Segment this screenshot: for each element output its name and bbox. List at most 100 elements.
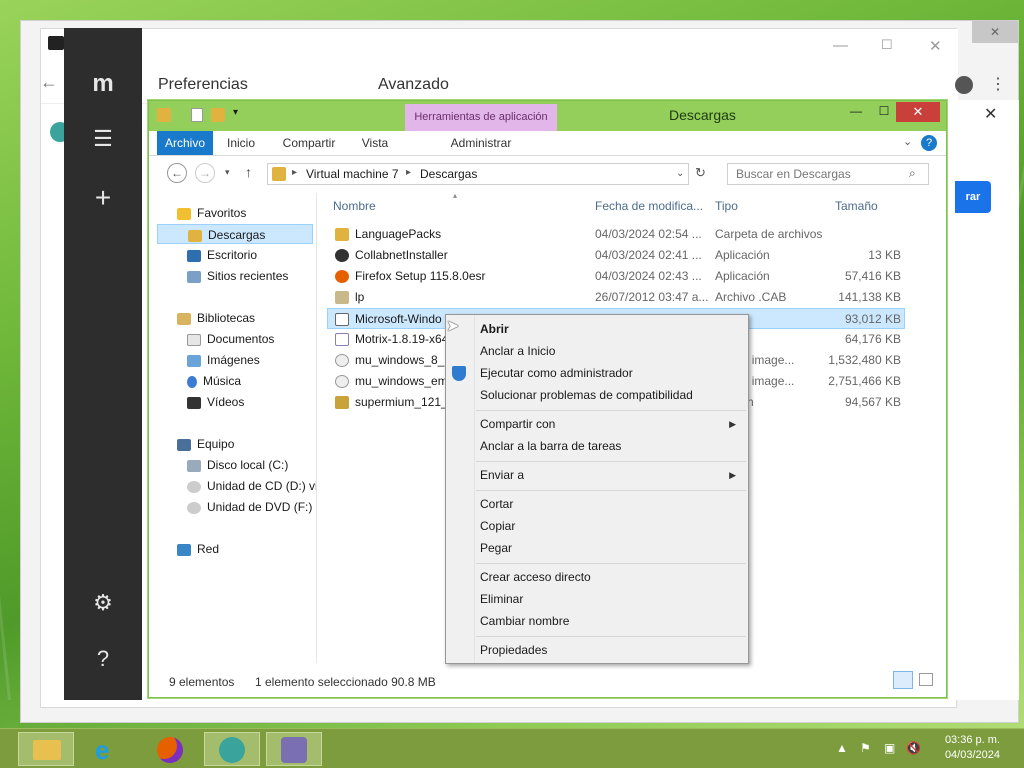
back-icon[interactable]: ←: [167, 163, 187, 183]
forward-icon[interactable]: →: [195, 163, 215, 183]
menu-separator: [476, 563, 746, 564]
preferences-title: Preferencias: [158, 76, 248, 93]
menu-paste[interactable]: Pegar: [480, 541, 512, 555]
file-row[interactable]: CollabnetInstaller 04/03/2024 02:41 ... …: [327, 245, 905, 266]
mouse-cursor-icon: ➤: [446, 318, 460, 335]
tab-view[interactable]: Vista: [353, 131, 397, 155]
tab-file[interactable]: Archivo: [157, 131, 213, 155]
network-icon: [177, 543, 191, 556]
volume-muted-icon[interactable]: 🔇: [906, 741, 921, 755]
taskbar-clock[interactable]: 03:36 p. m. 04/03/2024: [945, 733, 1000, 763]
menu-rename[interactable]: Cambiar nombre: [480, 614, 569, 628]
refresh-icon[interactable]: ↻: [695, 165, 706, 181]
large-icons-view-icon[interactable]: [919, 673, 933, 686]
action-center-icon[interactable]: ⚑: [860, 741, 871, 755]
nav-desktop[interactable]: Escritorio: [187, 245, 257, 265]
taskbar-explorer-button[interactable]: [18, 732, 74, 766]
background-action-button[interactable]: rar: [955, 181, 991, 213]
kebab-menu-icon[interactable]: ⋮: [990, 74, 1006, 94]
tab-application-tools[interactable]: Herramientas de aplicación: [405, 104, 557, 131]
taskbar-motrix-button[interactable]: [204, 732, 260, 766]
breadcrumb-downloads[interactable]: Descargas: [420, 167, 477, 181]
hard-drive-icon: [187, 459, 201, 472]
menu-pin-start[interactable]: Anclar a Inicio: [480, 344, 555, 358]
nav-libraries[interactable]: Bibliotecas: [177, 308, 255, 328]
column-name[interactable]: Nombre: [333, 199, 376, 213]
maximize-icon[interactable]: ☐: [871, 104, 897, 122]
add-task-icon[interactable]: +: [64, 182, 142, 214]
nav-cd-drive[interactable]: Unidad de CD (D:) vi: [187, 476, 316, 496]
address-dropdown-icon[interactable]: ⌄: [676, 168, 684, 179]
up-arrow-icon[interactable]: ↑: [245, 164, 252, 180]
file-row[interactable]: lp 26/07/2012 03:47 a... Archivo .CAB 14…: [327, 287, 905, 308]
nav-local-disk[interactable]: Disco local (C:): [187, 455, 288, 475]
nav-documents[interactable]: Documentos: [187, 329, 274, 349]
installer-package-icon: [335, 333, 349, 346]
chevron-right-icon: ▸: [292, 167, 298, 178]
file-row[interactable]: LanguagePacks 04/03/2024 02:54 ... Carpe…: [327, 224, 905, 245]
downloads-folder-icon: [188, 229, 202, 242]
nav-favorites[interactable]: Favoritos: [177, 203, 246, 223]
breadcrumb-vm[interactable]: Virtual machine 7: [306, 167, 399, 181]
recent-locations-icon[interactable]: ▾: [225, 167, 230, 178]
tab-home[interactable]: Inicio: [217, 131, 265, 155]
menu-send-to[interactable]: Enviar a: [480, 468, 524, 482]
dialog-close-icon[interactable]: ✕: [984, 104, 997, 124]
nav-computer[interactable]: Equipo: [177, 434, 234, 454]
nav-downloads[interactable]: Descargas: [157, 224, 313, 244]
network-tray-icon[interactable]: ▣: [884, 741, 895, 755]
qat-dropdown-icon[interactable]: ▾: [233, 107, 238, 118]
help-icon[interactable]: ?: [64, 646, 142, 672]
column-size[interactable]: Tamaño: [835, 199, 878, 213]
column-date[interactable]: Fecha de modifica...: [595, 199, 703, 213]
nav-music[interactable]: Música: [187, 371, 241, 391]
nav-dvd-drive[interactable]: Unidad de DVD (F:) I: [187, 497, 316, 517]
menu-troubleshoot[interactable]: Solucionar problemas de compatibilidad: [480, 388, 693, 402]
browser-close-button[interactable]: ✕: [972, 21, 1018, 43]
address-bar[interactable]: ▸ Virtual machine 7 ▸ Descargas ⌄: [267, 163, 689, 185]
close-icon[interactable]: ✕: [929, 37, 942, 55]
disc-image-icon: [335, 375, 349, 388]
ribbon-expand-icon[interactable]: ⌄: [903, 135, 912, 148]
explorer-close-button[interactable]: ✕: [896, 102, 940, 122]
details-view-icon[interactable]: [893, 671, 913, 689]
file-row[interactable]: Firefox Setup 115.8.0esr 04/03/2024 02:4…: [327, 266, 905, 287]
nav-recent[interactable]: Sitios recientes: [187, 266, 288, 286]
search-icon[interactable]: ⌕: [909, 166, 916, 181]
nav-network[interactable]: Red: [177, 539, 219, 559]
menu-open[interactable]: Abrir: [480, 322, 509, 336]
taskbar-ie-button[interactable]: e: [80, 732, 136, 766]
maximize-icon[interactable]: ☐: [881, 37, 893, 53]
profile-avatar[interactable]: [955, 76, 973, 94]
menu-run-as-admin[interactable]: Ejecutar como administrador: [480, 366, 633, 380]
menu-pin-taskbar[interactable]: Anclar a la barra de tareas: [480, 439, 621, 453]
menu-cut[interactable]: Cortar: [480, 497, 513, 511]
menu-share-with[interactable]: Compartir con: [480, 417, 555, 431]
search-input[interactable]: Buscar en Descargas: [727, 163, 929, 185]
tray-expand-icon[interactable]: ▲: [836, 741, 848, 755]
menu-properties[interactable]: Propiedades: [480, 643, 547, 657]
minimize-icon[interactable]: —: [843, 104, 869, 122]
taskbar-firefox-button[interactable]: [142, 732, 198, 766]
new-folder-icon[interactable]: [211, 108, 225, 122]
menu-delete[interactable]: Eliminar: [480, 592, 523, 606]
help-icon[interactable]: ?: [921, 135, 937, 151]
application-icon: [335, 313, 349, 326]
taskbar-app-button[interactable]: [266, 732, 322, 766]
properties-icon[interactable]: [191, 108, 203, 122]
nav-images[interactable]: Imágenes: [187, 350, 260, 370]
column-type[interactable]: Tipo: [715, 199, 738, 213]
menu-create-shortcut[interactable]: Crear acceso directo: [480, 570, 591, 584]
menu-icon[interactable]: ☰: [64, 126, 142, 152]
tab-share[interactable]: Compartir: [273, 131, 345, 155]
tab-manage[interactable]: Administrar: [429, 131, 533, 155]
minimize-icon[interactable]: —: [833, 37, 848, 54]
cab-file-icon: [335, 291, 349, 304]
menu-gutter: [474, 315, 475, 663]
settings-sliders-icon[interactable]: ⚙: [64, 590, 142, 616]
recent-places-icon: [187, 270, 201, 283]
nav-videos[interactable]: Vídeos: [187, 392, 244, 412]
back-arrow-icon[interactable]: ←: [40, 72, 58, 93]
menu-copy[interactable]: Copiar: [480, 519, 515, 533]
motrix-m-logo-icon[interactable]: m: [64, 70, 142, 98]
